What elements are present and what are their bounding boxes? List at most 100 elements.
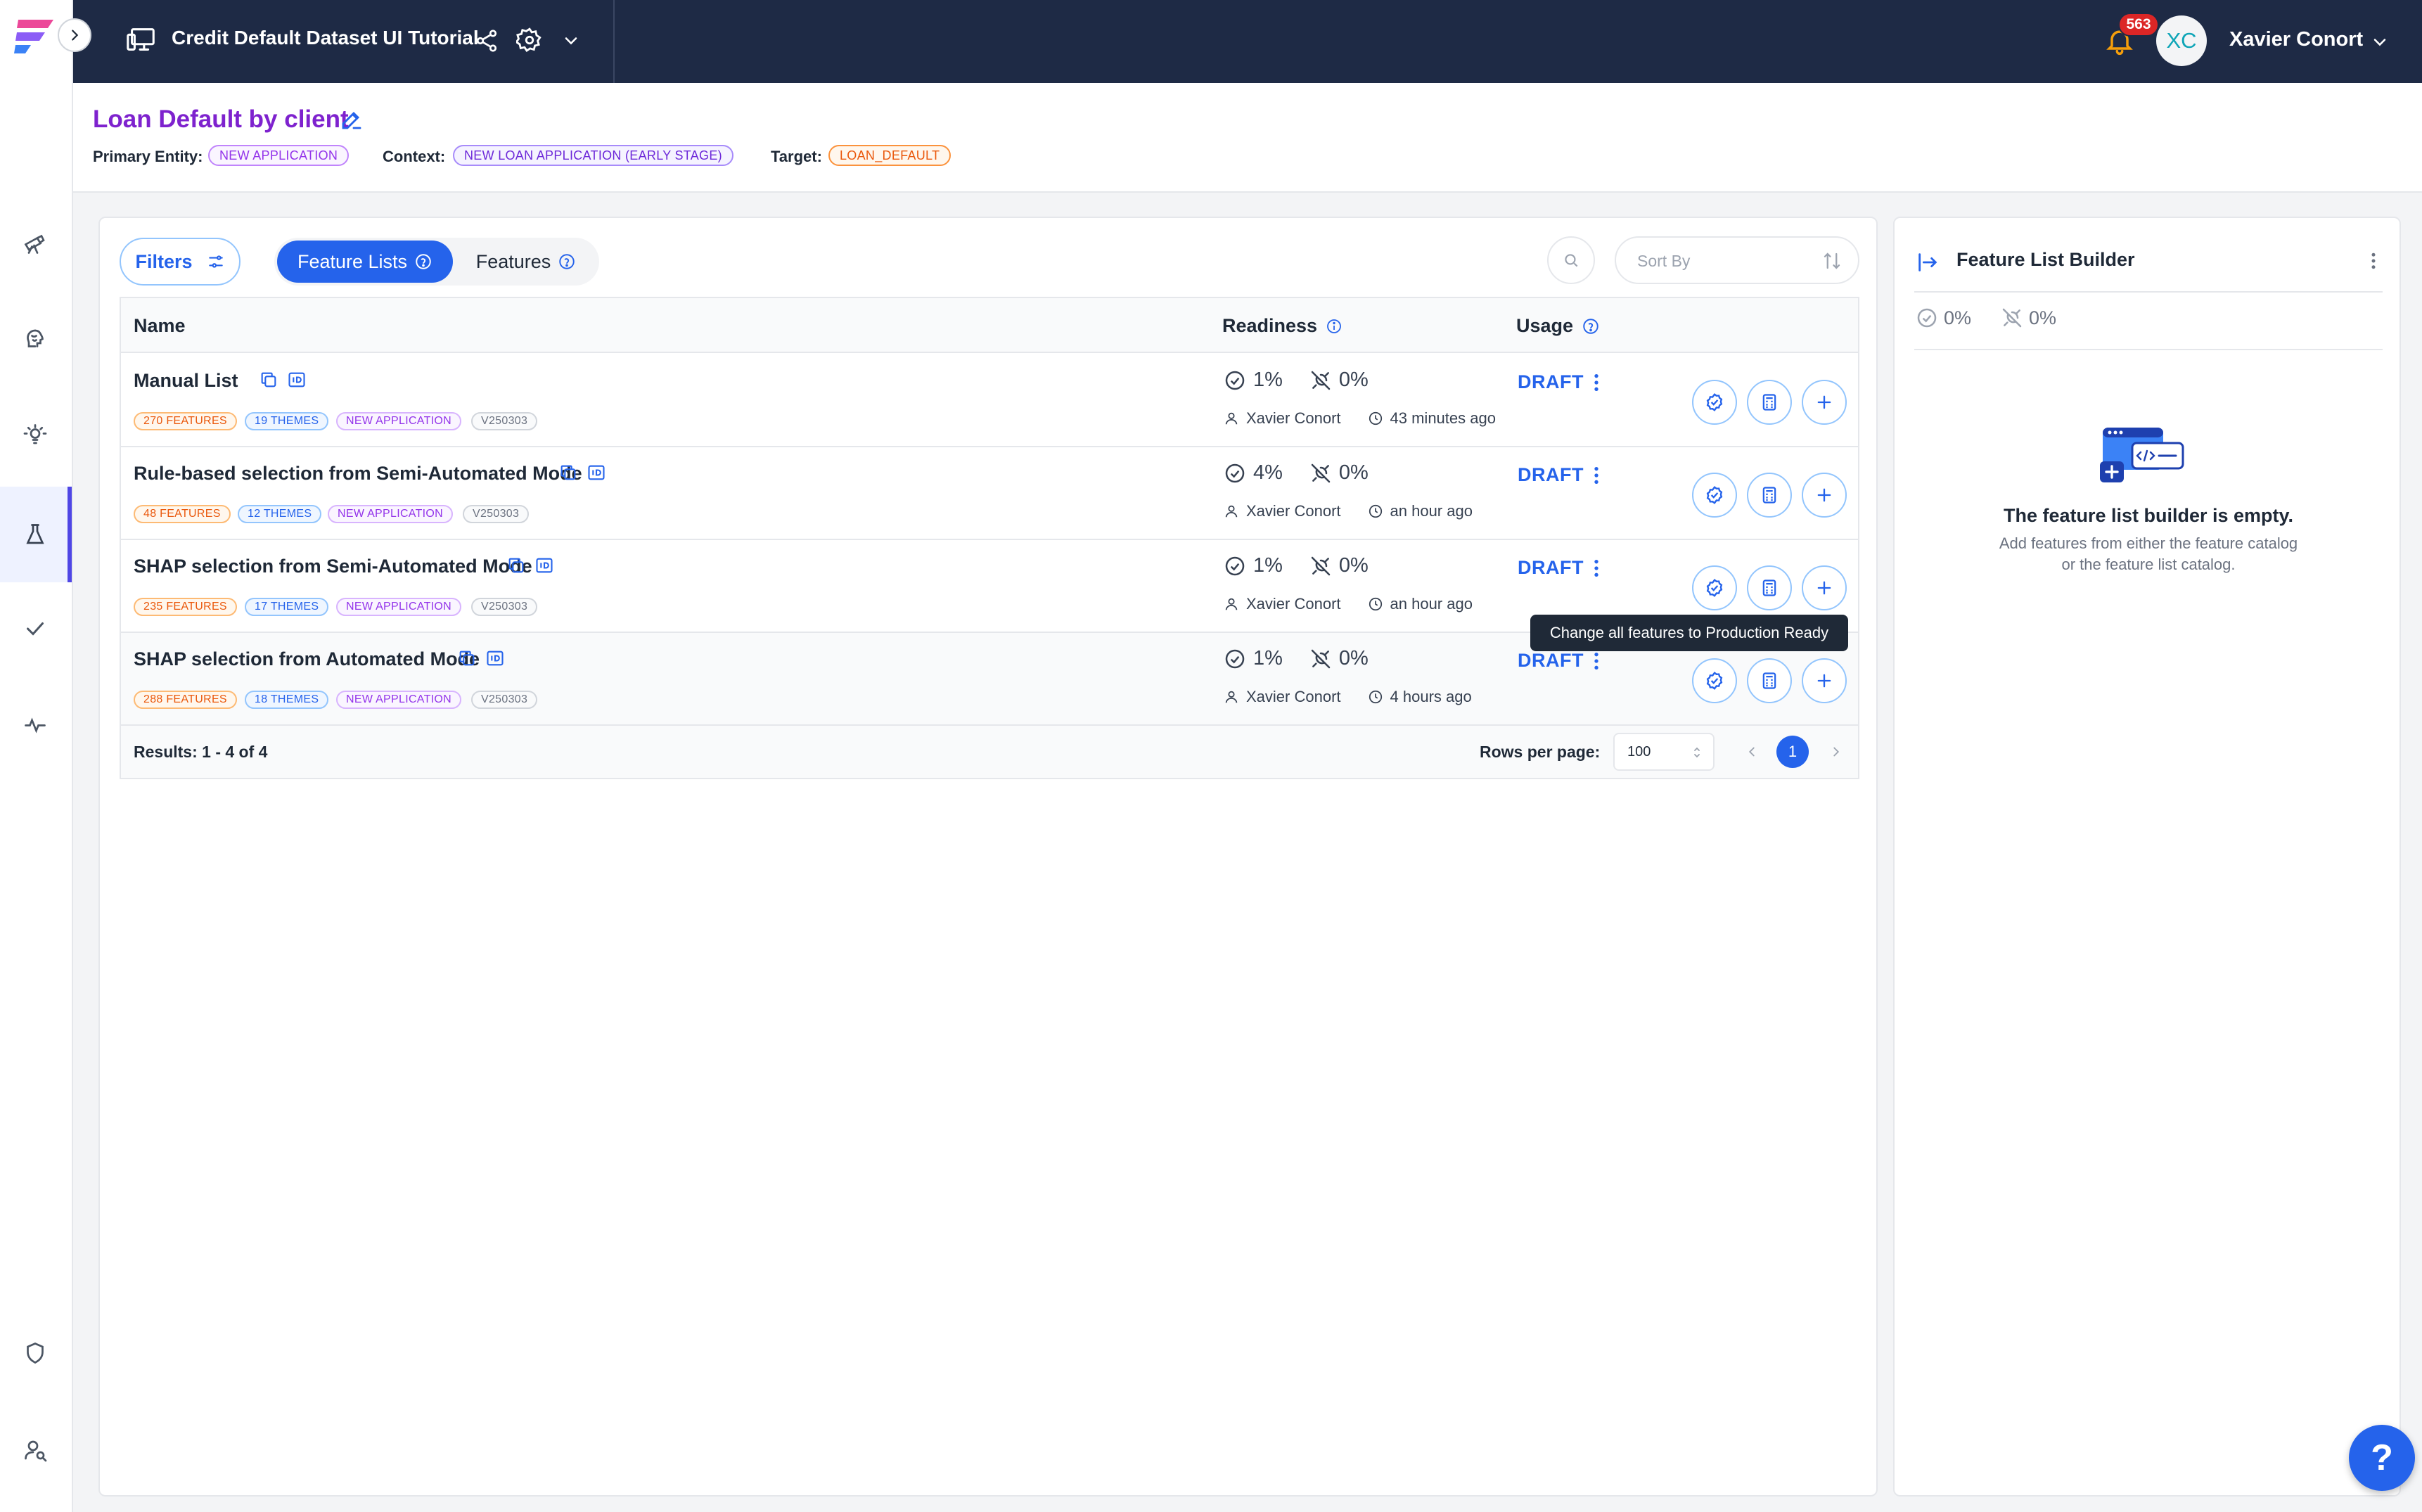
more-vertical-icon[interactable] xyxy=(1591,371,1602,394)
avatar[interactable]: XC xyxy=(2156,15,2207,66)
help-icon[interactable] xyxy=(414,252,432,271)
help-button[interactable]: ? xyxy=(2349,1425,2415,1491)
status-badge[interactable]: DRAFT xyxy=(1518,557,1584,579)
tab-features[interactable]: Features xyxy=(456,241,596,283)
clock-icon xyxy=(1369,690,1382,704)
id-icon[interactable] xyxy=(485,648,505,668)
calculator-button[interactable] xyxy=(1747,565,1792,610)
filters-button[interactable]: Filters xyxy=(120,238,241,286)
flask-icon[interactable] xyxy=(0,487,72,582)
page-header: Loan Default by client Primary Entity: N… xyxy=(73,83,2422,193)
chevron-down-icon[interactable] xyxy=(2370,32,2390,52)
target-badge[interactable]: LOAN_DEFAULT xyxy=(828,145,952,166)
calculator-button[interactable] xyxy=(1747,473,1792,518)
table-row[interactable]: Rule-based selection from Semi-Automated… xyxy=(121,447,1858,540)
offline-icon xyxy=(1311,463,1331,482)
feature-list-name[interactable]: SHAP selection from Automated Mode xyxy=(134,648,480,670)
more-vertical-icon[interactable] xyxy=(2369,250,2378,271)
info-icon[interactable] xyxy=(1326,318,1343,335)
production-ready-button[interactable] xyxy=(1692,380,1737,425)
divider xyxy=(1914,349,2383,350)
id-icon[interactable] xyxy=(534,556,554,575)
badge-check-icon xyxy=(1706,393,1723,411)
id-icon[interactable] xyxy=(587,463,606,482)
column-name-label: Name xyxy=(134,315,186,336)
add-to-builder-button[interactable] xyxy=(1802,473,1847,518)
sidebar-toggle-button[interactable] xyxy=(58,18,91,52)
table-header: Name Readiness Usage xyxy=(121,298,1858,353)
status-badge[interactable]: DRAFT xyxy=(1518,464,1584,486)
primary-entity-badge[interactable]: NEW APPLICATION xyxy=(208,145,350,166)
share-icon[interactable] xyxy=(474,28,499,53)
help-icon[interactable] xyxy=(1582,317,1600,335)
owner-name: Xavier Conort xyxy=(1246,688,1341,705)
gear-icon[interactable] xyxy=(516,27,543,53)
rows-per-page-select[interactable]: 100 xyxy=(1613,733,1715,771)
more-vertical-icon[interactable] xyxy=(1591,464,1602,487)
online-enabled-percent: 0% xyxy=(1338,647,1369,669)
features-count-badge: 288 FEATURES xyxy=(134,691,237,709)
sort-by-select[interactable]: Sort By xyxy=(1615,236,1859,284)
column-header-usage[interactable]: Usage xyxy=(1516,315,1600,337)
chevron-left-icon[interactable] xyxy=(1744,743,1760,761)
production-ready-button[interactable] xyxy=(1692,565,1737,610)
more-vertical-icon[interactable] xyxy=(1591,557,1602,579)
context-badge[interactable]: NEW LOAN APPLICATION (EARLY STAGE) xyxy=(453,145,733,166)
chevron-right-icon[interactable] xyxy=(1828,743,1844,761)
feature-list-name[interactable]: Rule-based selection from Semi-Automated… xyxy=(134,463,582,485)
project-switcher[interactable]: Credit Default Dataset UI Tutorial xyxy=(73,0,615,83)
add-to-builder-button[interactable] xyxy=(1802,565,1847,610)
production-ready-percent: 4% xyxy=(1253,461,1283,484)
column-header-readiness[interactable]: Readiness xyxy=(1222,315,1343,337)
status-badge[interactable]: DRAFT xyxy=(1518,371,1584,393)
table-row[interactable]: Manual List 270 FEATURES 19 THEMES NEW A… xyxy=(121,354,1858,447)
help-icon[interactable] xyxy=(558,252,576,271)
production-ready-button[interactable] xyxy=(1692,473,1737,518)
production-ready-percent: 1% xyxy=(1253,647,1283,669)
calculator-button[interactable] xyxy=(1747,658,1792,703)
chevron-down-icon[interactable] xyxy=(561,31,581,51)
sort-placeholder: Sort By xyxy=(1637,252,1691,270)
brain-icon[interactable] xyxy=(0,291,70,387)
column-header-name[interactable]: Name xyxy=(134,315,186,337)
copy-icon[interactable] xyxy=(259,370,278,390)
page-button-current[interactable]: 1 xyxy=(1776,736,1809,768)
check-circle-icon xyxy=(1225,463,1245,482)
badge-check-icon xyxy=(1706,486,1723,504)
builder-readiness-stats: 0% 0% xyxy=(1916,307,2056,329)
app-logo[interactable] xyxy=(13,15,58,55)
search-button[interactable] xyxy=(1547,236,1595,284)
collapse-panel-icon[interactable] xyxy=(1916,250,1940,274)
online-enabled-percent: 0% xyxy=(1338,554,1369,577)
calculator-icon xyxy=(1762,672,1776,689)
tab-feature-lists[interactable]: Feature Lists xyxy=(277,241,453,283)
calculator-icon xyxy=(1762,579,1776,596)
check-circle-icon xyxy=(1225,371,1245,390)
telescope-icon[interactable] xyxy=(0,196,70,291)
add-to-builder-button[interactable] xyxy=(1802,380,1847,425)
check-icon[interactable] xyxy=(0,581,70,677)
copy-icon[interactable] xyxy=(558,463,578,482)
status-badge[interactable]: DRAFT xyxy=(1518,650,1584,672)
top-bar: Credit Default Dataset UI Tutorial 563 X… xyxy=(73,0,2422,83)
shield-icon[interactable] xyxy=(0,1305,70,1401)
feature-list-name[interactable]: SHAP selection from Semi-Automated Mode xyxy=(134,556,532,577)
production-ready-percent: 1% xyxy=(1253,369,1283,391)
production-ready-button[interactable] xyxy=(1692,658,1737,703)
owner-name: Xavier Conort xyxy=(1246,502,1341,520)
features-count-badge: 270 FEATURES xyxy=(134,412,237,430)
pulse-icon[interactable] xyxy=(0,677,70,772)
user-name[interactable]: Xavier Conort xyxy=(2229,28,2363,51)
copy-icon[interactable] xyxy=(457,648,477,668)
check-circle-icon xyxy=(1225,649,1245,668)
add-to-builder-button[interactable] xyxy=(1802,658,1847,703)
chevron-right-icon xyxy=(72,30,79,41)
copy-icon[interactable] xyxy=(506,556,526,575)
calculator-button[interactable] xyxy=(1747,380,1792,425)
id-icon[interactable] xyxy=(287,370,307,390)
user-search-icon[interactable] xyxy=(0,1402,70,1498)
feature-list-name[interactable]: Manual List xyxy=(134,370,238,392)
lightbulb-icon[interactable] xyxy=(0,387,70,482)
edit-icon[interactable] xyxy=(339,107,364,132)
more-vertical-icon[interactable] xyxy=(1591,650,1602,672)
